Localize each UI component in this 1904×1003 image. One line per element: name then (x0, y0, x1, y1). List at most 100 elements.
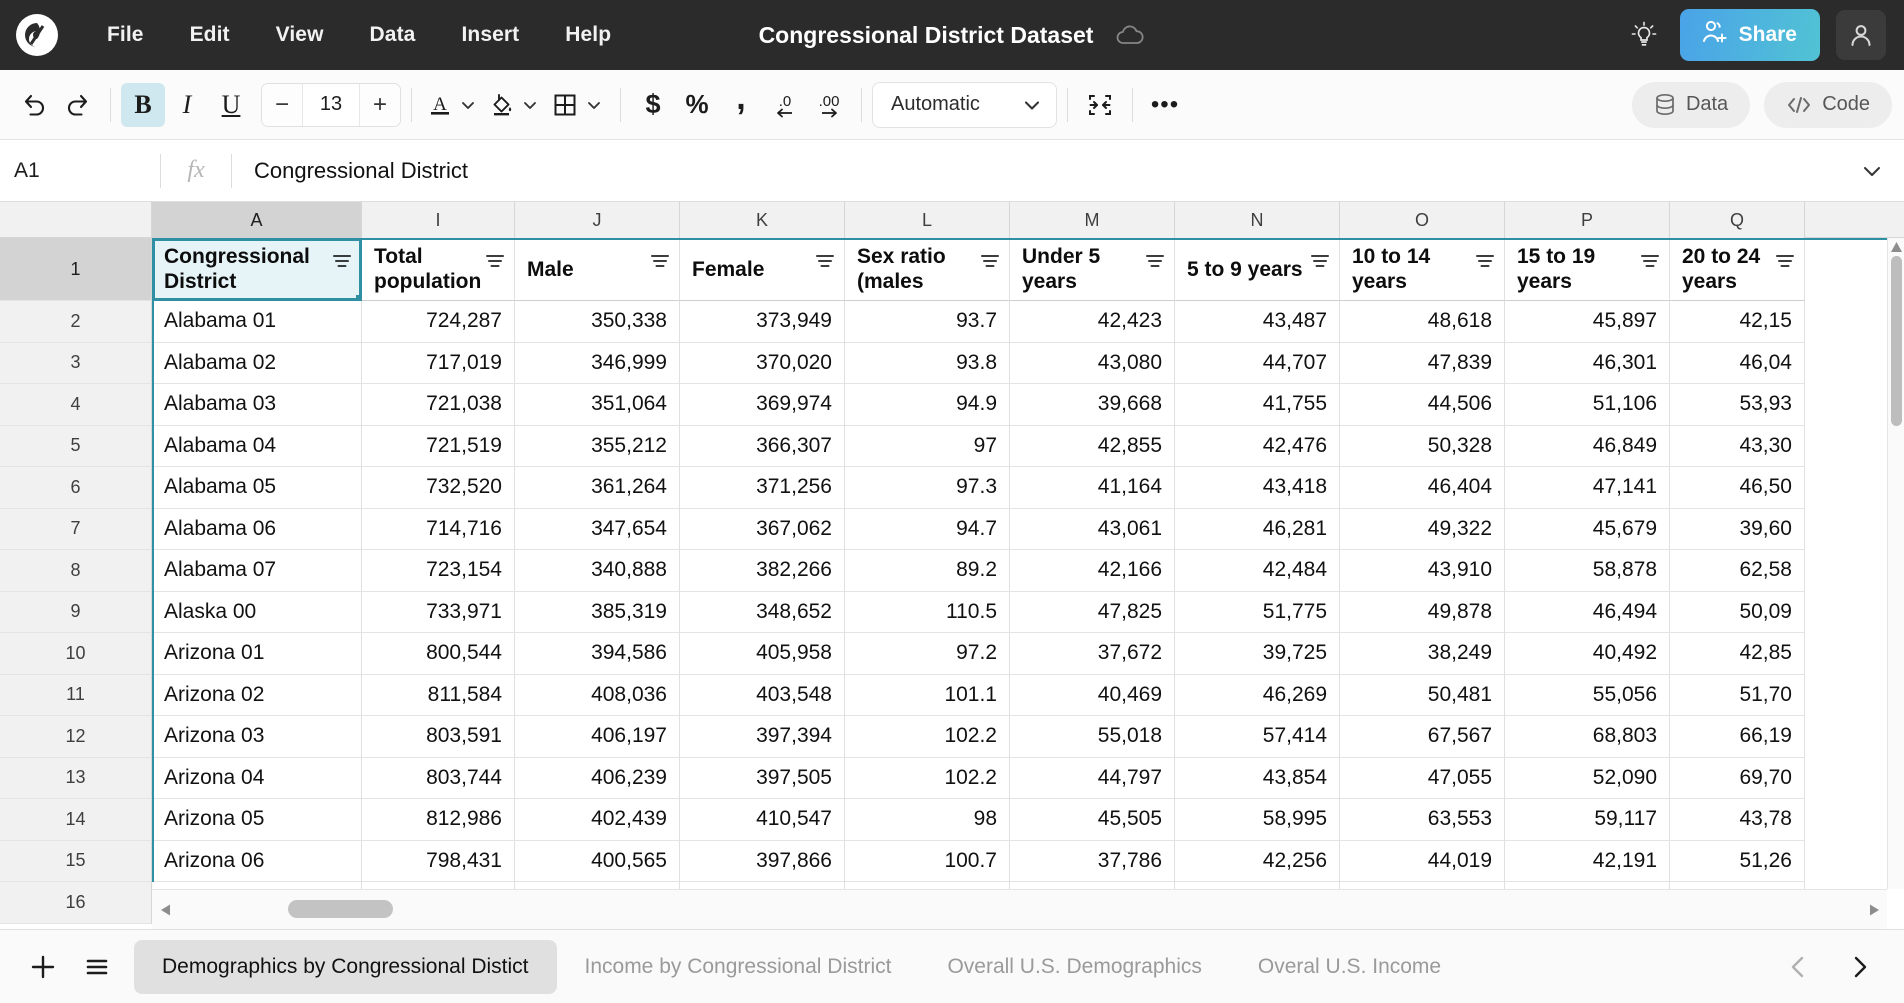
cell-m15[interactable]: 37,786 (1010, 841, 1175, 883)
cell-i8[interactable]: 723,154 (362, 550, 515, 592)
cell-i15[interactable]: 798,431 (362, 841, 515, 883)
document-title[interactable]: Congressional District Dataset (759, 22, 1094, 49)
header-cell-o1[interactable]: 10 to 14 years (1340, 238, 1505, 301)
header-cell-m1[interactable]: Under 5 years (1010, 238, 1175, 301)
cell-i5[interactable]: 721,519 (362, 426, 515, 468)
cell-q13[interactable]: 69,70 (1670, 758, 1805, 800)
cell-q12[interactable]: 66,19 (1670, 716, 1805, 758)
cell-p3[interactable]: 46,301 (1505, 343, 1670, 385)
column-header-p[interactable]: P (1505, 202, 1670, 238)
row-header-2[interactable]: 2 (0, 301, 152, 343)
cell-n10[interactable]: 39,725 (1175, 633, 1340, 675)
decrease-decimal-button[interactable]: .0 (763, 83, 807, 127)
column-header-i[interactable]: I (362, 202, 515, 238)
cell-j8[interactable]: 340,888 (515, 550, 680, 592)
cell-a2[interactable]: Alabama 01 (152, 301, 362, 343)
more-options-button[interactable]: ••• (1143, 83, 1187, 127)
menu-file[interactable]: File (84, 15, 167, 55)
cell-m14[interactable]: 45,505 (1010, 799, 1175, 841)
filter-icon[interactable] (1144, 251, 1166, 279)
row-header-10[interactable]: 10 (0, 633, 152, 675)
cell-j6[interactable]: 361,264 (515, 467, 680, 509)
sheet-tab-3[interactable]: Overal U.S. Income (1230, 940, 1469, 994)
cell-m9[interactable]: 47,825 (1010, 592, 1175, 634)
cell-a6[interactable]: Alabama 05 (152, 467, 362, 509)
cell-k7[interactable]: 367,062 (680, 509, 845, 551)
cell-j12[interactable]: 406,197 (515, 716, 680, 758)
vertical-scrollbar[interactable] (1887, 238, 1904, 889)
cell-l6[interactable]: 97.3 (845, 467, 1010, 509)
vertical-scroll-thumb[interactable] (1891, 256, 1902, 426)
cell-q10[interactable]: 42,85 (1670, 633, 1805, 675)
cell-n11[interactable]: 46,269 (1175, 675, 1340, 717)
currency-format-button[interactable]: $ (631, 83, 675, 127)
cell-a13[interactable]: Arizona 04 (152, 758, 362, 800)
cell-p15[interactable]: 42,191 (1505, 841, 1670, 883)
cell-p9[interactable]: 46,494 (1505, 592, 1670, 634)
cell-p4[interactable]: 51,106 (1505, 384, 1670, 426)
cell-m3[interactable]: 43,080 (1010, 343, 1175, 385)
filter-icon[interactable] (814, 251, 836, 279)
share-button[interactable]: Share (1680, 9, 1820, 61)
column-header-j[interactable]: J (515, 202, 680, 238)
cell-l10[interactable]: 97.2 (845, 633, 1010, 675)
cell-q8[interactable]: 62,58 (1670, 550, 1805, 592)
select-all-corner[interactable] (0, 202, 152, 237)
cell-i3[interactable]: 717,019 (362, 343, 515, 385)
header-cell-j1[interactable]: Male (515, 238, 680, 301)
cell-n5[interactable]: 42,476 (1175, 426, 1340, 468)
sheet-tab-0[interactable]: Demographics by Congressional Distict (134, 940, 557, 994)
cell-a4[interactable]: Alabama 03 (152, 384, 362, 426)
header-cell-i1[interactable]: Total population (362, 238, 515, 301)
header-cell-k1[interactable]: Female (680, 238, 845, 301)
cell-p7[interactable]: 45,679 (1505, 509, 1670, 551)
cell-o4[interactable]: 44,506 (1340, 384, 1505, 426)
cell-m12[interactable]: 55,018 (1010, 716, 1175, 758)
cell-q14[interactable]: 43,78 (1670, 799, 1805, 841)
cell-a3[interactable]: Alabama 02 (152, 343, 362, 385)
cell-j4[interactable]: 351,064 (515, 384, 680, 426)
menu-insert[interactable]: Insert (438, 15, 542, 55)
wrap-text-button[interactable] (1078, 83, 1122, 127)
cell-n7[interactable]: 46,281 (1175, 509, 1340, 551)
filter-icon[interactable] (649, 251, 671, 279)
cell-o11[interactable]: 50,481 (1340, 675, 1505, 717)
sheet-tab-1[interactable]: Income by Congressional District (557, 940, 920, 994)
header-cell-p1[interactable]: 15 to 19 years (1505, 238, 1670, 301)
cell-j13[interactable]: 406,239 (515, 758, 680, 800)
code-panel-button[interactable]: Code (1764, 82, 1892, 128)
cell-a12[interactable]: Arizona 03 (152, 716, 362, 758)
cell-p11[interactable]: 55,056 (1505, 675, 1670, 717)
filter-icon[interactable] (1474, 251, 1496, 279)
cell-k14[interactable]: 410,547 (680, 799, 845, 841)
cell-o15[interactable]: 44,019 (1340, 841, 1505, 883)
cell-p13[interactable]: 52,090 (1505, 758, 1670, 800)
text-color-button[interactable]: A (422, 83, 484, 127)
cell-m13[interactable]: 44,797 (1010, 758, 1175, 800)
cell-k5[interactable]: 366,307 (680, 426, 845, 468)
cell-j7[interactable]: 347,654 (515, 509, 680, 551)
cell-l11[interactable]: 101.1 (845, 675, 1010, 717)
redo-button[interactable] (56, 83, 100, 127)
cell-i7[interactable]: 714,716 (362, 509, 515, 551)
borders-button[interactable] (546, 83, 610, 127)
column-header-a[interactable]: A (152, 202, 362, 238)
cell-n9[interactable]: 51,775 (1175, 592, 1340, 634)
app-logo-icon[interactable] (16, 14, 58, 56)
data-panel-button[interactable]: Data (1632, 82, 1750, 128)
cell-m2[interactable]: 42,423 (1010, 301, 1175, 343)
cell-l7[interactable]: 94.7 (845, 509, 1010, 551)
cell-q11[interactable]: 51,70 (1670, 675, 1805, 717)
cell-a7[interactable]: Alabama 06 (152, 509, 362, 551)
cell-p5[interactable]: 46,849 (1505, 426, 1670, 468)
bold-button[interactable]: B (121, 83, 165, 127)
cell-a11[interactable]: Arizona 02 (152, 675, 362, 717)
formula-expand-chevron-down-icon[interactable] (1840, 159, 1904, 183)
cell-n2[interactable]: 43,487 (1175, 301, 1340, 343)
borders-chevron-down-icon[interactable] (582, 97, 606, 113)
cell-i14[interactable]: 812,986 (362, 799, 515, 841)
menu-view[interactable]: View (253, 15, 347, 55)
cell-k9[interactable]: 348,652 (680, 592, 845, 634)
undo-button[interactable] (12, 83, 56, 127)
cell-l15[interactable]: 100.7 (845, 841, 1010, 883)
